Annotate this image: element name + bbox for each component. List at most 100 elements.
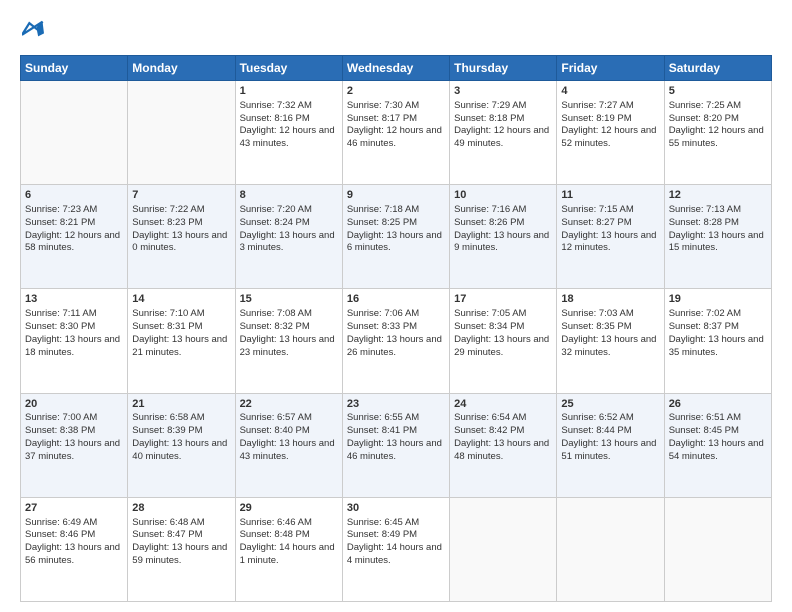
- calendar-cell: [557, 497, 664, 601]
- calendar-cell: 19Sunrise: 7:02 AMSunset: 8:37 PMDayligh…: [664, 289, 771, 393]
- day-info: Daylight: 12 hours and 46 minutes.: [347, 125, 445, 151]
- day-info: Sunrise: 7:13 AM: [669, 204, 767, 217]
- col-header-sunday: Sunday: [21, 56, 128, 81]
- col-header-monday: Monday: [128, 56, 235, 81]
- day-info: Daylight: 13 hours and 18 minutes.: [25, 334, 123, 360]
- calendar-cell: 10Sunrise: 7:16 AMSunset: 8:26 PMDayligh…: [450, 185, 557, 289]
- day-info: Sunrise: 7:10 AM: [132, 308, 230, 321]
- day-number: 26: [669, 397, 767, 412]
- day-info: Daylight: 13 hours and 9 minutes.: [454, 230, 552, 256]
- header-row: SundayMondayTuesdayWednesdayThursdayFrid…: [21, 56, 772, 81]
- day-info: Sunrise: 6:45 AM: [347, 517, 445, 530]
- calendar-cell: 30Sunrise: 6:45 AMSunset: 8:49 PMDayligh…: [342, 497, 449, 601]
- day-info: Sunset: 8:32 PM: [240, 321, 338, 334]
- day-number: 23: [347, 397, 445, 412]
- calendar-cell: 4Sunrise: 7:27 AMSunset: 8:19 PMDaylight…: [557, 81, 664, 185]
- day-info: Sunrise: 6:48 AM: [132, 517, 230, 530]
- calendar-cell: 13Sunrise: 7:11 AMSunset: 8:30 PMDayligh…: [21, 289, 128, 393]
- day-number: 27: [25, 501, 123, 516]
- calendar-cell: 2Sunrise: 7:30 AMSunset: 8:17 PMDaylight…: [342, 81, 449, 185]
- calendar-cell: 17Sunrise: 7:05 AMSunset: 8:34 PMDayligh…: [450, 289, 557, 393]
- day-info: Daylight: 13 hours and 26 minutes.: [347, 334, 445, 360]
- day-info: Sunset: 8:39 PM: [132, 425, 230, 438]
- day-number: 29: [240, 501, 338, 516]
- day-info: Sunset: 8:49 PM: [347, 529, 445, 542]
- day-number: 8: [240, 188, 338, 203]
- day-info: Sunset: 8:48 PM: [240, 529, 338, 542]
- day-number: 14: [132, 292, 230, 307]
- day-info: Sunset: 8:18 PM: [454, 113, 552, 126]
- calendar-cell: 16Sunrise: 7:06 AMSunset: 8:33 PMDayligh…: [342, 289, 449, 393]
- day-info: Sunset: 8:19 PM: [561, 113, 659, 126]
- day-info: Sunset: 8:20 PM: [669, 113, 767, 126]
- calendar-cell: 11Sunrise: 7:15 AMSunset: 8:27 PMDayligh…: [557, 185, 664, 289]
- day-number: 24: [454, 397, 552, 412]
- day-info: Sunrise: 6:49 AM: [25, 517, 123, 530]
- day-number: 2: [347, 84, 445, 99]
- calendar-cell: [128, 81, 235, 185]
- day-info: Sunrise: 7:16 AM: [454, 204, 552, 217]
- day-info: Sunset: 8:45 PM: [669, 425, 767, 438]
- calendar-cell: 6Sunrise: 7:23 AMSunset: 8:21 PMDaylight…: [21, 185, 128, 289]
- day-info: Sunset: 8:16 PM: [240, 113, 338, 126]
- day-info: Sunset: 8:42 PM: [454, 425, 552, 438]
- day-info: Sunset: 8:35 PM: [561, 321, 659, 334]
- calendar-cell: 8Sunrise: 7:20 AMSunset: 8:24 PMDaylight…: [235, 185, 342, 289]
- col-header-saturday: Saturday: [664, 56, 771, 81]
- col-header-tuesday: Tuesday: [235, 56, 342, 81]
- logo-icon: [22, 18, 44, 40]
- col-header-wednesday: Wednesday: [342, 56, 449, 81]
- calendar-cell: 3Sunrise: 7:29 AMSunset: 8:18 PMDaylight…: [450, 81, 557, 185]
- day-number: 1: [240, 84, 338, 99]
- day-info: Daylight: 13 hours and 21 minutes.: [132, 334, 230, 360]
- col-header-thursday: Thursday: [450, 56, 557, 81]
- week-row-1: 1Sunrise: 7:32 AMSunset: 8:16 PM Daylight…: [21, 81, 772, 185]
- calendar-cell: 15Sunrise: 7:08 AMSunset: 8:32 PMDayligh…: [235, 289, 342, 393]
- day-info: Sunrise: 7:32 AM: [240, 100, 338, 113]
- day-info: Sunset: 8:34 PM: [454, 321, 552, 334]
- day-info: Sunset: 8:28 PM: [669, 217, 767, 230]
- day-info: Daylight: 13 hours and 35 minutes.: [669, 334, 767, 360]
- calendar-cell: 29Sunrise: 6:46 AMSunset: 8:48 PMDayligh…: [235, 497, 342, 601]
- day-info: Daylight: 13 hours and 3 minutes.: [240, 230, 338, 256]
- day-number: 5: [669, 84, 767, 99]
- day-info: Daylight: 13 hours and 48 minutes.: [454, 438, 552, 464]
- day-info: Sunset: 8:44 PM: [561, 425, 659, 438]
- day-info: Daylight: 13 hours and 56 minutes.: [25, 542, 123, 568]
- day-info: Sunrise: 6:54 AM: [454, 412, 552, 425]
- day-number: 20: [25, 397, 123, 412]
- day-info: Sunset: 8:38 PM: [25, 425, 123, 438]
- day-info: Sunset: 8:40 PM: [240, 425, 338, 438]
- day-info: Sunrise: 7:03 AM: [561, 308, 659, 321]
- day-info: Sunset: 8:21 PM: [25, 217, 123, 230]
- day-info: Sunrise: 7:29 AM: [454, 100, 552, 113]
- week-row-4: 20Sunrise: 7:00 AMSunset: 8:38 PMDayligh…: [21, 393, 772, 497]
- day-number: 22: [240, 397, 338, 412]
- day-info: Sunset: 8:31 PM: [132, 321, 230, 334]
- day-number: 12: [669, 188, 767, 203]
- day-info: Sunset: 8:17 PM: [347, 113, 445, 126]
- calendar-cell: 14Sunrise: 7:10 AMSunset: 8:31 PMDayligh…: [128, 289, 235, 393]
- calendar-cell: [664, 497, 771, 601]
- day-info: Sunrise: 7:02 AM: [669, 308, 767, 321]
- day-info: Sunrise: 7:05 AM: [454, 308, 552, 321]
- day-info: Sunrise: 7:18 AM: [347, 204, 445, 217]
- day-info: Daylight: 13 hours and 29 minutes.: [454, 334, 552, 360]
- day-info: Daylight: 13 hours and 23 minutes.: [240, 334, 338, 360]
- day-info: Daylight: 12 hours and 55 minutes.: [669, 125, 767, 151]
- day-info: Sunset: 8:27 PM: [561, 217, 659, 230]
- day-info: Daylight: 13 hours and 37 minutes.: [25, 438, 123, 464]
- day-info: Sunrise: 6:55 AM: [347, 412, 445, 425]
- day-info: Daylight: 13 hours and 32 minutes.: [561, 334, 659, 360]
- day-number: 19: [669, 292, 767, 307]
- day-info: Daylight: 12 hours and 58 minutes.: [25, 230, 123, 256]
- calendar-cell: 9Sunrise: 7:18 AMSunset: 8:25 PMDaylight…: [342, 185, 449, 289]
- day-number: 30: [347, 501, 445, 516]
- day-info: Daylight: 13 hours and 43 minutes.: [240, 438, 338, 464]
- day-info: Sunset: 8:26 PM: [454, 217, 552, 230]
- calendar-cell: [450, 497, 557, 601]
- header: [20, 18, 772, 45]
- page: SundayMondayTuesdayWednesdayThursdayFrid…: [0, 0, 792, 612]
- day-info: Sunset: 8:41 PM: [347, 425, 445, 438]
- day-number: 21: [132, 397, 230, 412]
